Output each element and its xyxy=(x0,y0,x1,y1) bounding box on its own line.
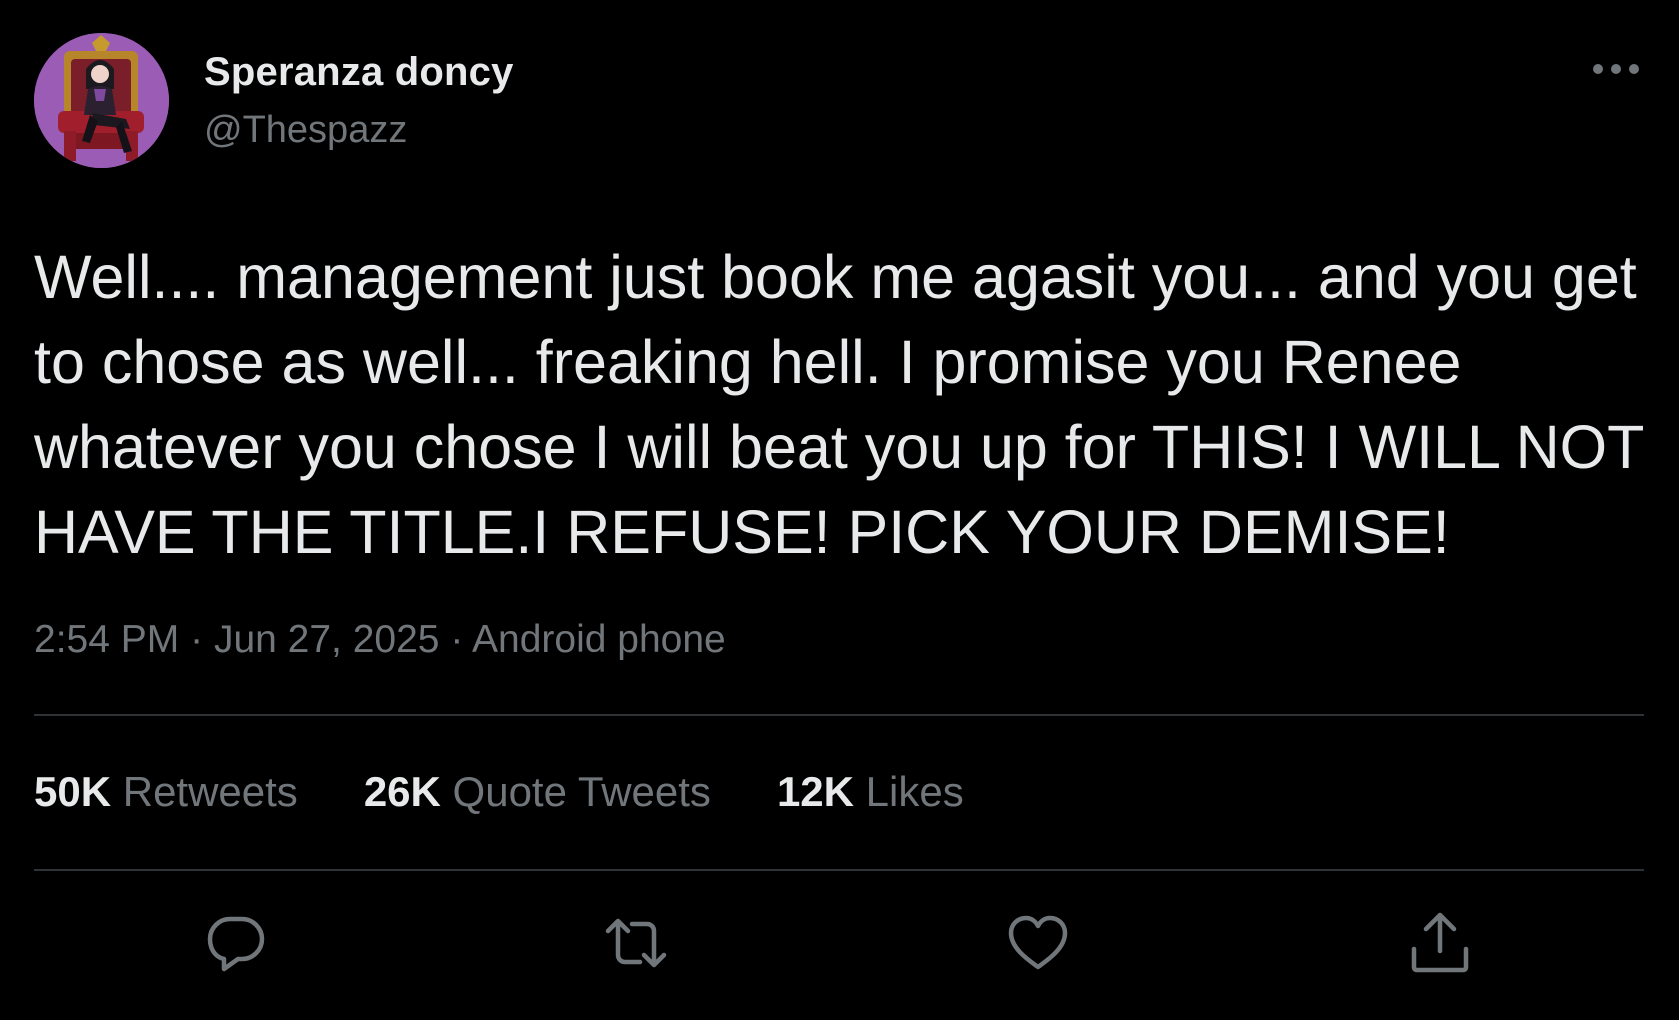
share-button[interactable] xyxy=(1408,911,1472,975)
retweet-icon xyxy=(605,918,667,968)
tweet: Speranza doncy @Thespazz Well.... manage… xyxy=(34,33,1644,1011)
quote-tweets-label: Quote Tweets xyxy=(452,768,711,816)
avatar[interactable] xyxy=(34,33,169,168)
likes-count: 12K xyxy=(776,768,854,816)
likes-stat[interactable]: 12K Likes xyxy=(777,768,964,816)
like-button[interactable] xyxy=(1006,911,1070,975)
user-handle[interactable]: @Thespazz xyxy=(204,109,514,153)
throne-character-avatar-icon xyxy=(34,33,169,168)
tweet-header: Speranza doncy @Thespazz xyxy=(34,33,1644,169)
engagement-stats: 50K Retweets 26K Quote Tweets 12K Likes xyxy=(34,716,1644,869)
like-icon xyxy=(1008,915,1068,970)
likes-label: Likes xyxy=(865,768,964,816)
retweets-label: Retweets xyxy=(122,768,298,816)
meta-separator: · xyxy=(450,618,464,661)
quote-tweets-count: 26K xyxy=(363,768,441,816)
meta-separator: · xyxy=(190,618,204,661)
tweet-source[interactable]: Android phone xyxy=(472,618,726,661)
author-info: Speranza doncy @Thespazz xyxy=(204,49,514,153)
share-icon xyxy=(1411,912,1469,973)
quote-tweets-stat[interactable]: 26K Quote Tweets xyxy=(364,768,711,816)
display-name[interactable]: Speranza doncy xyxy=(204,49,514,95)
tweet-date[interactable]: Jun 27, 2025 xyxy=(214,618,440,661)
retweet-button[interactable] xyxy=(604,911,668,975)
tweet-actions xyxy=(34,871,1644,1011)
tweet-text: Well.... management just book me agasit … xyxy=(34,243,1644,566)
retweets-stat[interactable]: 50K Retweets xyxy=(34,768,298,816)
reply-button[interactable] xyxy=(204,911,268,975)
retweets-count: 50K xyxy=(34,768,112,816)
tweet-time[interactable]: 2:54 PM xyxy=(34,618,179,661)
more-horizontal-icon xyxy=(1593,64,1639,74)
tweet-metadata: 2:54 PM · Jun 27, 2025 · Android phone xyxy=(34,617,1644,664)
reply-icon xyxy=(207,916,265,972)
more-options-button[interactable] xyxy=(1588,55,1644,83)
